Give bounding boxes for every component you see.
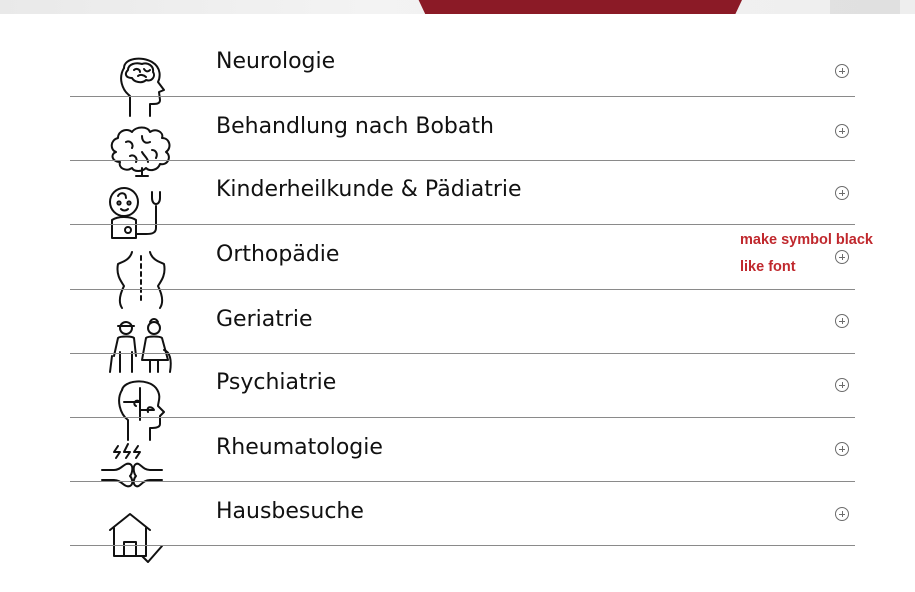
plus-circle-icon[interactable] bbox=[835, 378, 849, 392]
hero-figure bbox=[418, 0, 742, 14]
annotation-note-line-2: like font bbox=[740, 259, 796, 275]
divider bbox=[70, 160, 855, 161]
hero-image-strip bbox=[0, 0, 915, 14]
divider bbox=[70, 481, 855, 482]
accordion-item-label: Orthopädie bbox=[216, 242, 340, 267]
plus-circle-icon[interactable] bbox=[835, 124, 849, 138]
accordion-item-label: Kinderheilkunde & Pädiatrie bbox=[216, 177, 522, 202]
annotation-note-line-1: make symbol black bbox=[740, 232, 873, 248]
accordion-item-label: Psychiatrie bbox=[216, 370, 337, 395]
divider bbox=[70, 289, 855, 290]
plus-circle-icon[interactable] bbox=[835, 507, 849, 521]
divider bbox=[70, 224, 855, 225]
hero-light bbox=[830, 0, 900, 14]
divider bbox=[70, 353, 855, 354]
accordion-item-label: Geriatrie bbox=[216, 307, 313, 332]
plus-circle-icon[interactable] bbox=[835, 442, 849, 456]
plus-circle-icon[interactable] bbox=[835, 250, 849, 264]
divider bbox=[70, 545, 855, 546]
divider bbox=[70, 96, 855, 97]
accordion-item-label: Neurologie bbox=[216, 49, 336, 74]
plus-circle-icon[interactable] bbox=[835, 314, 849, 328]
plus-circle-icon[interactable] bbox=[835, 186, 849, 200]
accordion-item-label: Hausbesuche bbox=[216, 499, 364, 524]
divider bbox=[70, 417, 855, 418]
accordion-item-label: Rheumatologie bbox=[216, 435, 383, 460]
accordion-item-label: Behandlung nach Bobath bbox=[216, 114, 494, 139]
house-check-icon bbox=[102, 512, 182, 592]
plus-circle-icon[interactable] bbox=[835, 64, 849, 78]
